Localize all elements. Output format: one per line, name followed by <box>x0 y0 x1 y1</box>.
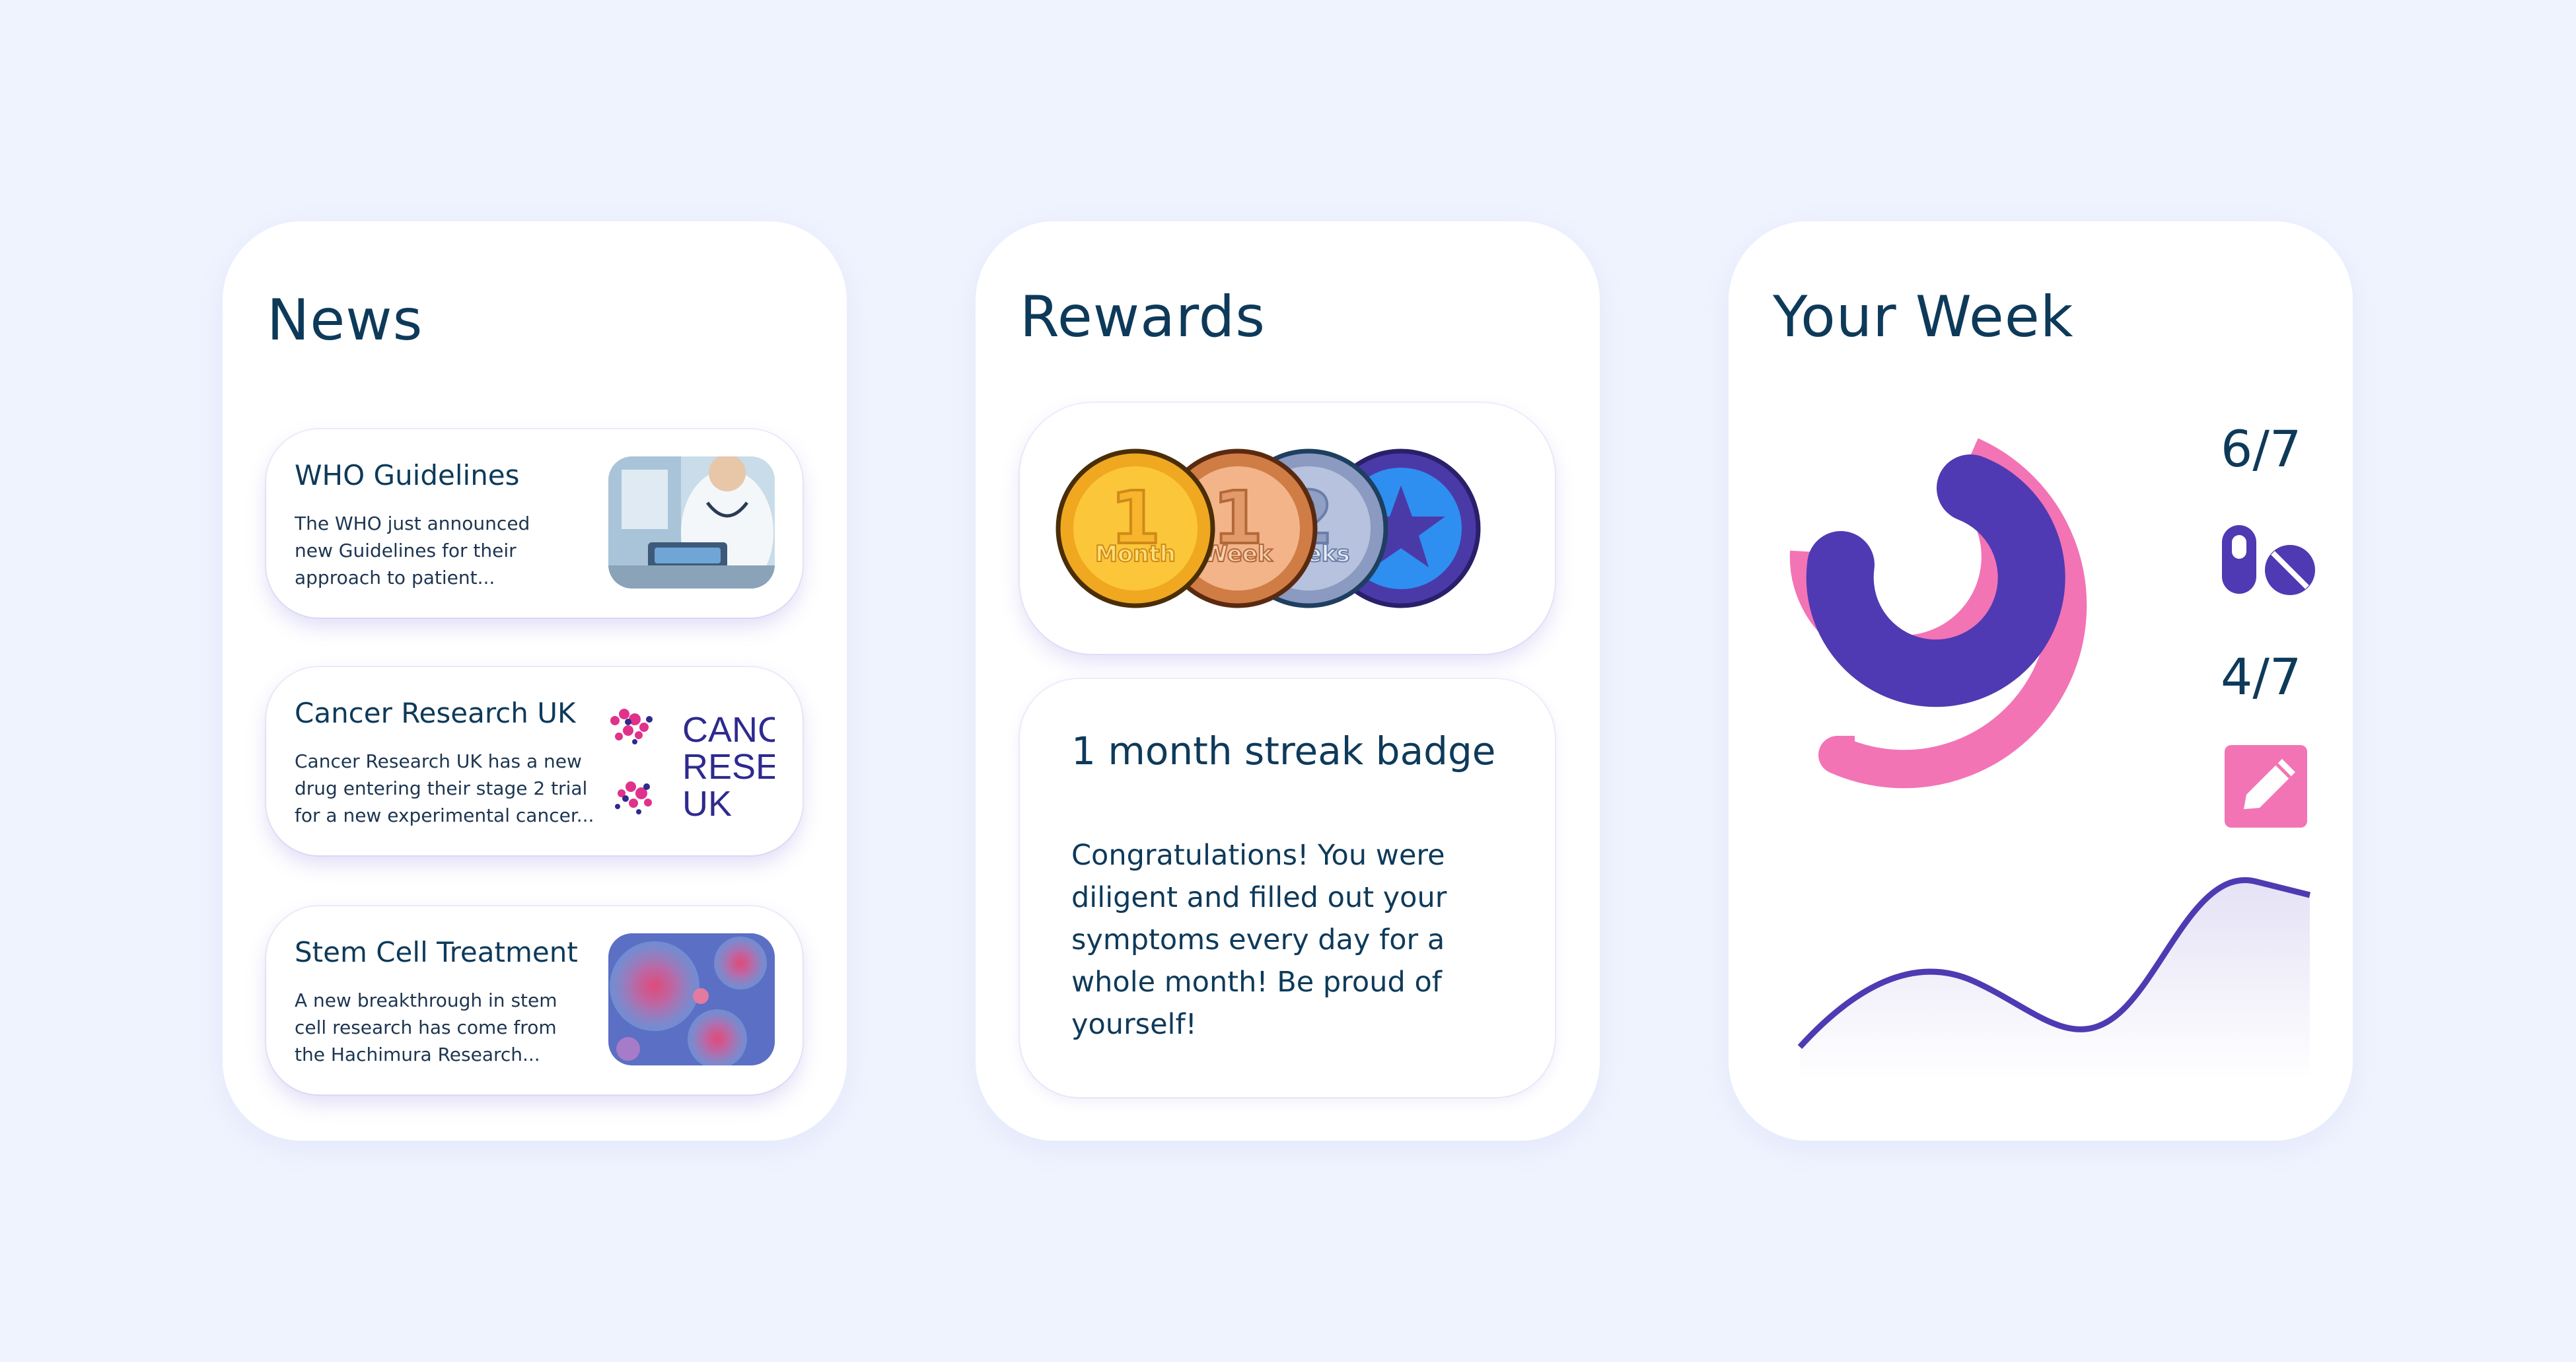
badge-detail-card: 1 month streak badge Congratulations! Yo… <box>1020 679 1555 1097</box>
summary-line: the Hachimura Research... <box>295 1044 540 1065</box>
one-month-medal[interactable]: 1 Month <box>1055 448 1215 608</box>
cancer-research-logo: CANC RESEA UK <box>608 694 775 826</box>
summary-line: cell research has come from <box>295 1017 557 1038</box>
news-card-cancer-research[interactable]: Cancer Research UK Cancer Research UK ha… <box>266 667 803 855</box>
news-card-who[interactable]: WHO Guidelines The WHO just announced ne… <box>266 429 803 618</box>
summary-line: A new breakthrough in stem <box>295 989 557 1011</box>
description-line: diligent and filled out your <box>1071 881 1447 914</box>
rewards-title: Rewards <box>1020 284 1266 350</box>
summary-line: for a new experimental cancer... <box>295 805 594 826</box>
medals-card[interactable]: 2 Weeks 1 Week 1 Month <box>1020 403 1555 654</box>
news-title: News <box>267 287 423 353</box>
stem-cell-thumbnail <box>608 933 775 1065</box>
badge-description: Congratulations! You were diligent and f… <box>1071 834 1494 1046</box>
news-card-stem-cell[interactable]: Stem Cell Treatment A new breakthrough i… <box>266 906 803 1094</box>
weekly-trend-line[interactable] <box>1797 877 2311 1080</box>
news-card-title: WHO Guidelines <box>295 459 520 491</box>
logo-line: UK <box>682 784 732 824</box>
description-line: yourself! <box>1071 1008 1197 1041</box>
description-line: whole month! Be proud of <box>1071 966 1442 999</box>
news-card-summary: A new breakthrough in stem cell research… <box>295 987 605 1068</box>
badge-title: 1 month streak badge <box>1071 729 1496 773</box>
logo-line: RESEA <box>682 747 775 787</box>
edit-button[interactable] <box>2225 745 2307 828</box>
summary-line: approach to patient... <box>295 567 495 589</box>
summary-line: Cancer Research UK has a new <box>295 750 582 772</box>
medal-label: Month <box>1095 541 1176 567</box>
summary-line: drug entering their stage 2 trial <box>295 777 588 799</box>
summary-line: The WHO just announced <box>295 513 530 534</box>
weekly-progress-ring[interactable] <box>1789 438 2087 789</box>
doctor-thumbnail <box>608 456 775 589</box>
medication-icon <box>2222 525 2315 595</box>
news-card-title: Stem Cell Treatment <box>295 936 578 968</box>
entries-stat-bottom: 4/7 <box>2221 647 2302 706</box>
medal-label: Week <box>1203 541 1273 567</box>
news-card-title: Cancer Research UK <box>295 697 576 729</box>
news-panel: News WHO Guidelines The WHO just announc… <box>223 221 847 1141</box>
summary-line: new Guidelines for their <box>295 540 517 561</box>
medication-stat-top: 6/7 <box>2221 419 2302 478</box>
news-card-summary: The WHO just announced new Guidelines fo… <box>295 510 605 591</box>
rewards-panel: Rewards 2 Weeks 1 Week <box>976 221 1600 1141</box>
description-line: Congratulations! You were <box>1071 839 1445 872</box>
description-line: symptoms every day for a <box>1071 923 1445 956</box>
news-card-summary: Cancer Research UK has a new drug enteri… <box>295 748 605 829</box>
your-week-panel: Your Week 6/7 4/7 <box>1729 221 2353 1141</box>
logo-line: CANC <box>682 710 775 750</box>
